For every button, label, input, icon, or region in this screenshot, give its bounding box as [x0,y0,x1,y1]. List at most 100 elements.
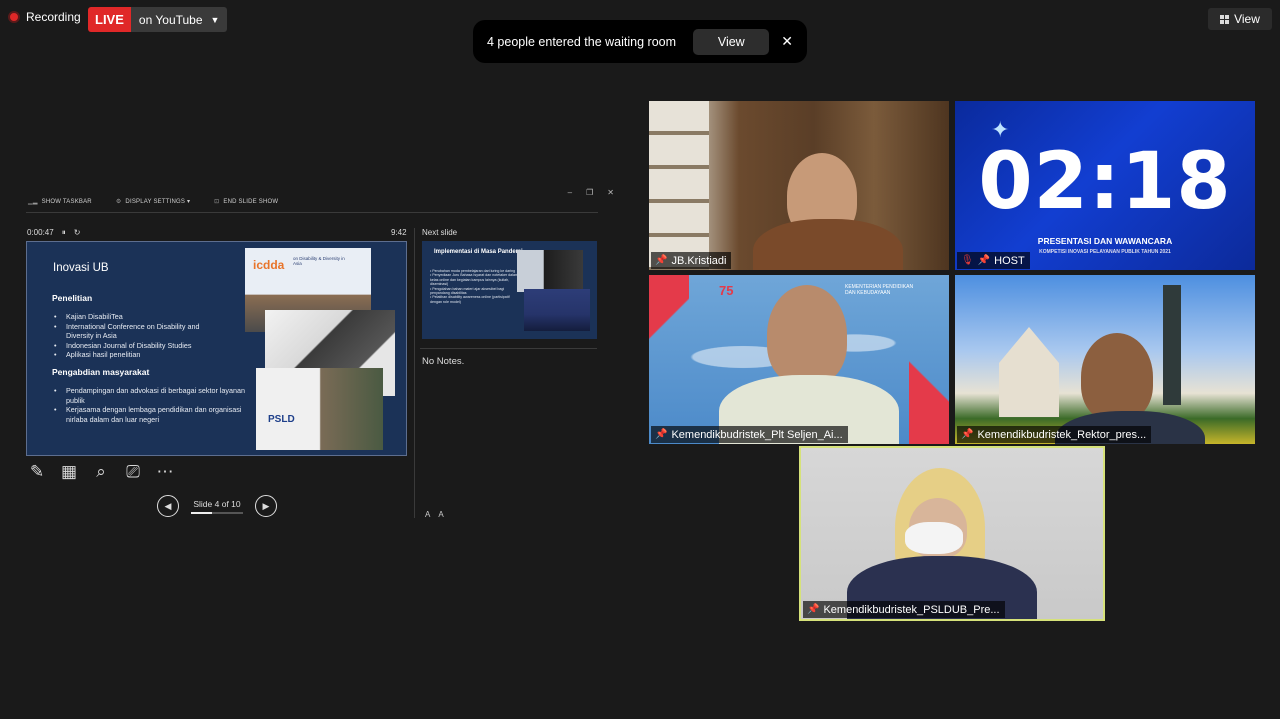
video-tile-active-speaker[interactable]: 📌 Kemendikbudristek_PSLDUB_Pre... [799,446,1105,621]
participant-name: HOST [994,254,1025,267]
record-icon [8,11,20,23]
display-settings-label: DISPLAY SETTINGS ▾ [125,199,191,205]
list-item: Kajian DisabiliTea [52,312,217,322]
toolbar-divider [26,212,598,213]
clock: 9:42 [391,228,407,237]
previous-slide-button[interactable]: ◀ [157,495,179,517]
next-slide-label: Next slide [422,228,458,237]
list-item: Pelatihan disability awareness online (p… [430,295,518,304]
next-slide-preview[interactable]: Implementasi di Masa Pandemi Perubahan m… [422,241,597,339]
icdda-logo: icdda [253,258,285,272]
display-icon: ⚙ [115,199,122,205]
countdown-timer: 02:18 [978,137,1232,227]
next-slide-photo [524,289,590,331]
notification-view-button[interactable]: View [693,28,770,55]
grid-view-icon [1220,14,1230,24]
participant-name-tag: 📌 Kemendikbudristek_PSLDUB_Pre... [803,601,1005,618]
photo-caption: on Disability & Diversity in Asia [293,256,345,266]
restart-icon[interactable]: ↻ [74,228,81,238]
view-label: View [1234,12,1260,26]
next-slide-button[interactable]: ▶ [255,495,277,517]
triangle-left-icon: ◀ [164,500,172,511]
slide-counter-group: Slide 4 of 10 [191,499,243,514]
all-slides-icon[interactable]: ▦ [60,462,78,482]
elapsed-time: 0:00:47 [27,228,54,237]
presenter-toolbar: ▁▂ SHOW TASKBAR ⚙ DISPLAY SETTINGS ▾ ⊡ END … [28,198,278,205]
list-item: Aplikasi hasil penelitian [52,350,217,360]
video-tile[interactable]: 📌 JB.Kristiadi [649,101,949,270]
participant-face [1081,333,1153,421]
close-icon[interactable]: ✕ [781,33,793,50]
shared-screen: – ❐ ✕ ▁▂ SHOW TASKBAR ⚙ DISPLAY SETTINGS ▾… [24,186,624,526]
end-slide-show-button[interactable]: ⊡ END SLIDE SHOW [214,198,278,205]
current-slide[interactable]: Inovasi UB Penelitian Kajian DisabiliTea… [26,241,407,456]
participant-body [753,219,903,270]
show-taskbar-button[interactable]: ▁▂ SHOW TASKBAR [28,198,92,205]
psld-logo: PSLD [268,414,295,425]
participant-name: Kemendikbudristek_Rektor_pres... [977,428,1147,441]
minimize-icon[interactable]: – [568,188,572,197]
slide-title: Inovasi UB [53,262,109,274]
live-stream-control[interactable]: LIVE on YouTube ▼ [88,7,228,32]
triangle-right-icon: ▶ [262,500,270,511]
restore-icon[interactable]: ❐ [586,188,593,197]
slide-section-heading: Penelitian [52,293,93,303]
show-taskbar-label: SHOW TASKBAR [41,199,92,205]
notification-text: 4 people entered the waiting room [487,34,677,49]
list-item: Pendampingan dan advokasi di berbagai se… [52,386,252,405]
slide-section-heading: Pengabdian masyarakat [52,367,150,377]
pin-icon: 📌 [961,429,974,440]
decrease-font-button[interactable]: A [438,510,443,519]
speaker-notes: No Notes. [422,356,465,367]
view-button[interactable]: View [1208,8,1272,30]
end-show-icon: ⊡ [214,199,220,205]
black-screen-icon[interactable]: ⎚ [124,462,142,482]
participant-name: Kemendikbudristek_PSLDUB_Pre... [823,603,1000,616]
window-controls: – ❐ ✕ [568,188,614,197]
list-item: Pengolahan bahan materi ajar aksesibel b… [430,287,518,296]
mic-off-icon: 🎙 [961,255,974,266]
bookshelf-background [649,101,709,270]
pen-icon[interactable]: ✎ [28,462,46,482]
face-mask [905,522,963,554]
pause-icon[interactable]: ⏸ [62,228,66,238]
chevron-down-icon: ▼ [210,14,220,25]
slide-list-research: Kajian DisabiliTea International Confere… [52,312,217,360]
more-options-icon[interactable]: ⋯ [156,462,174,482]
next-slide-title: Implementasi di Masa Pandemi [434,249,523,255]
live-badge: LIVE [88,7,131,32]
tower-background [1163,285,1181,405]
participant-name-tag: 🎙 📌 HOST [957,252,1030,269]
taskbar-icon: ▁▂ [28,199,38,205]
participant-name: JB.Kristiadi [671,254,727,267]
video-tile-host[interactable]: ✦ 02:18 PRESENTASI DAN WAWANCARA KOMPETI… [955,101,1255,270]
next-slide-list: Perubahan moda pembelajaran dari luring … [430,269,518,304]
close-window-icon[interactable]: ✕ [607,188,614,197]
list-item: Indonesian Journal of Disability Studies [52,341,217,351]
video-tile[interactable]: 📌 Kemendikbudristek_Rektor_pres... [955,275,1255,444]
ministry-logo-text: KEMENTERIAN PENDIDIKAN DAN KEBUDAYAAN [845,284,914,296]
participant-face [767,285,847,385]
display-settings-button[interactable]: ⚙ DISPLAY SETTINGS ▾ [116,198,190,205]
recording-indicator[interactable]: Recording [8,10,81,24]
slide-photo-psld: PSLD [256,368,383,450]
next-slide-photo [517,250,583,292]
video-tile[interactable]: 75 KEMENTERIAN PENDIDIKAN DAN KEBUDAYAAN… [649,275,949,444]
list-item: International Conference on Disability a… [52,322,217,341]
pin-icon: 📌 [807,604,820,615]
pin-icon: 📌 [655,429,668,440]
building-background [999,327,1059,417]
participant-name-tag: 📌 JB.Kristiadi [651,252,732,269]
panel-divider [414,228,415,518]
list-item: Kerjasama dengan lembaga pendidikan dan … [52,405,252,424]
end-slide-show-label: END SLIDE SHOW [223,199,279,205]
stream-dropdown[interactable]: on YouTube ▼ [130,7,228,32]
participant-name: Kemendikbudristek_Plt Seljen_Ai... [671,428,843,441]
slide-counter: Slide 4 of 10 [193,498,241,509]
stream-label: on YouTube [138,12,203,27]
increase-font-button[interactable]: A [425,510,430,519]
anniversary-logo: 75 [719,283,734,298]
participant-name-tag: 📌 Kemendikbudristek_Plt Seljen_Ai... [651,426,848,443]
zoom-icon[interactable]: ⌕ [92,462,110,482]
waiting-room-notification: 4 people entered the waiting room View ✕ [473,20,807,63]
